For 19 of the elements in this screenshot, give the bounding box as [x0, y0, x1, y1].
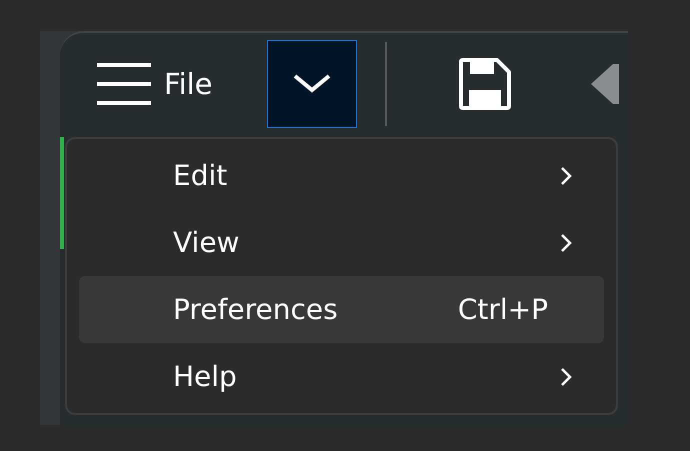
menu-item-label: View [173, 226, 240, 259]
chevron-right-icon [560, 366, 572, 386]
menu-item-label: Preferences [173, 293, 339, 326]
save-button[interactable] [458, 58, 511, 110]
chevron-right-icon [560, 232, 572, 252]
menu-item[interactable]: View [79, 209, 604, 276]
shortcut-label: Ctrl+P [458, 293, 548, 326]
menu-item-label: Edit [173, 159, 228, 192]
menu-icon [97, 62, 151, 106]
dropdown-button[interactable] [266, 40, 357, 128]
file-menu-button[interactable]: File [97, 62, 213, 106]
menu-item[interactable]: Preferences Ctrl+P [79, 276, 604, 343]
menu-item[interactable]: Help [79, 343, 604, 410]
arrow-icon [588, 62, 619, 106]
save-icon [458, 58, 511, 110]
menu-item[interactable]: Edit [79, 142, 604, 209]
chevron-down-icon [292, 74, 331, 94]
menu-item-label: Help [173, 360, 238, 393]
chevron-right-icon [560, 166, 572, 186]
